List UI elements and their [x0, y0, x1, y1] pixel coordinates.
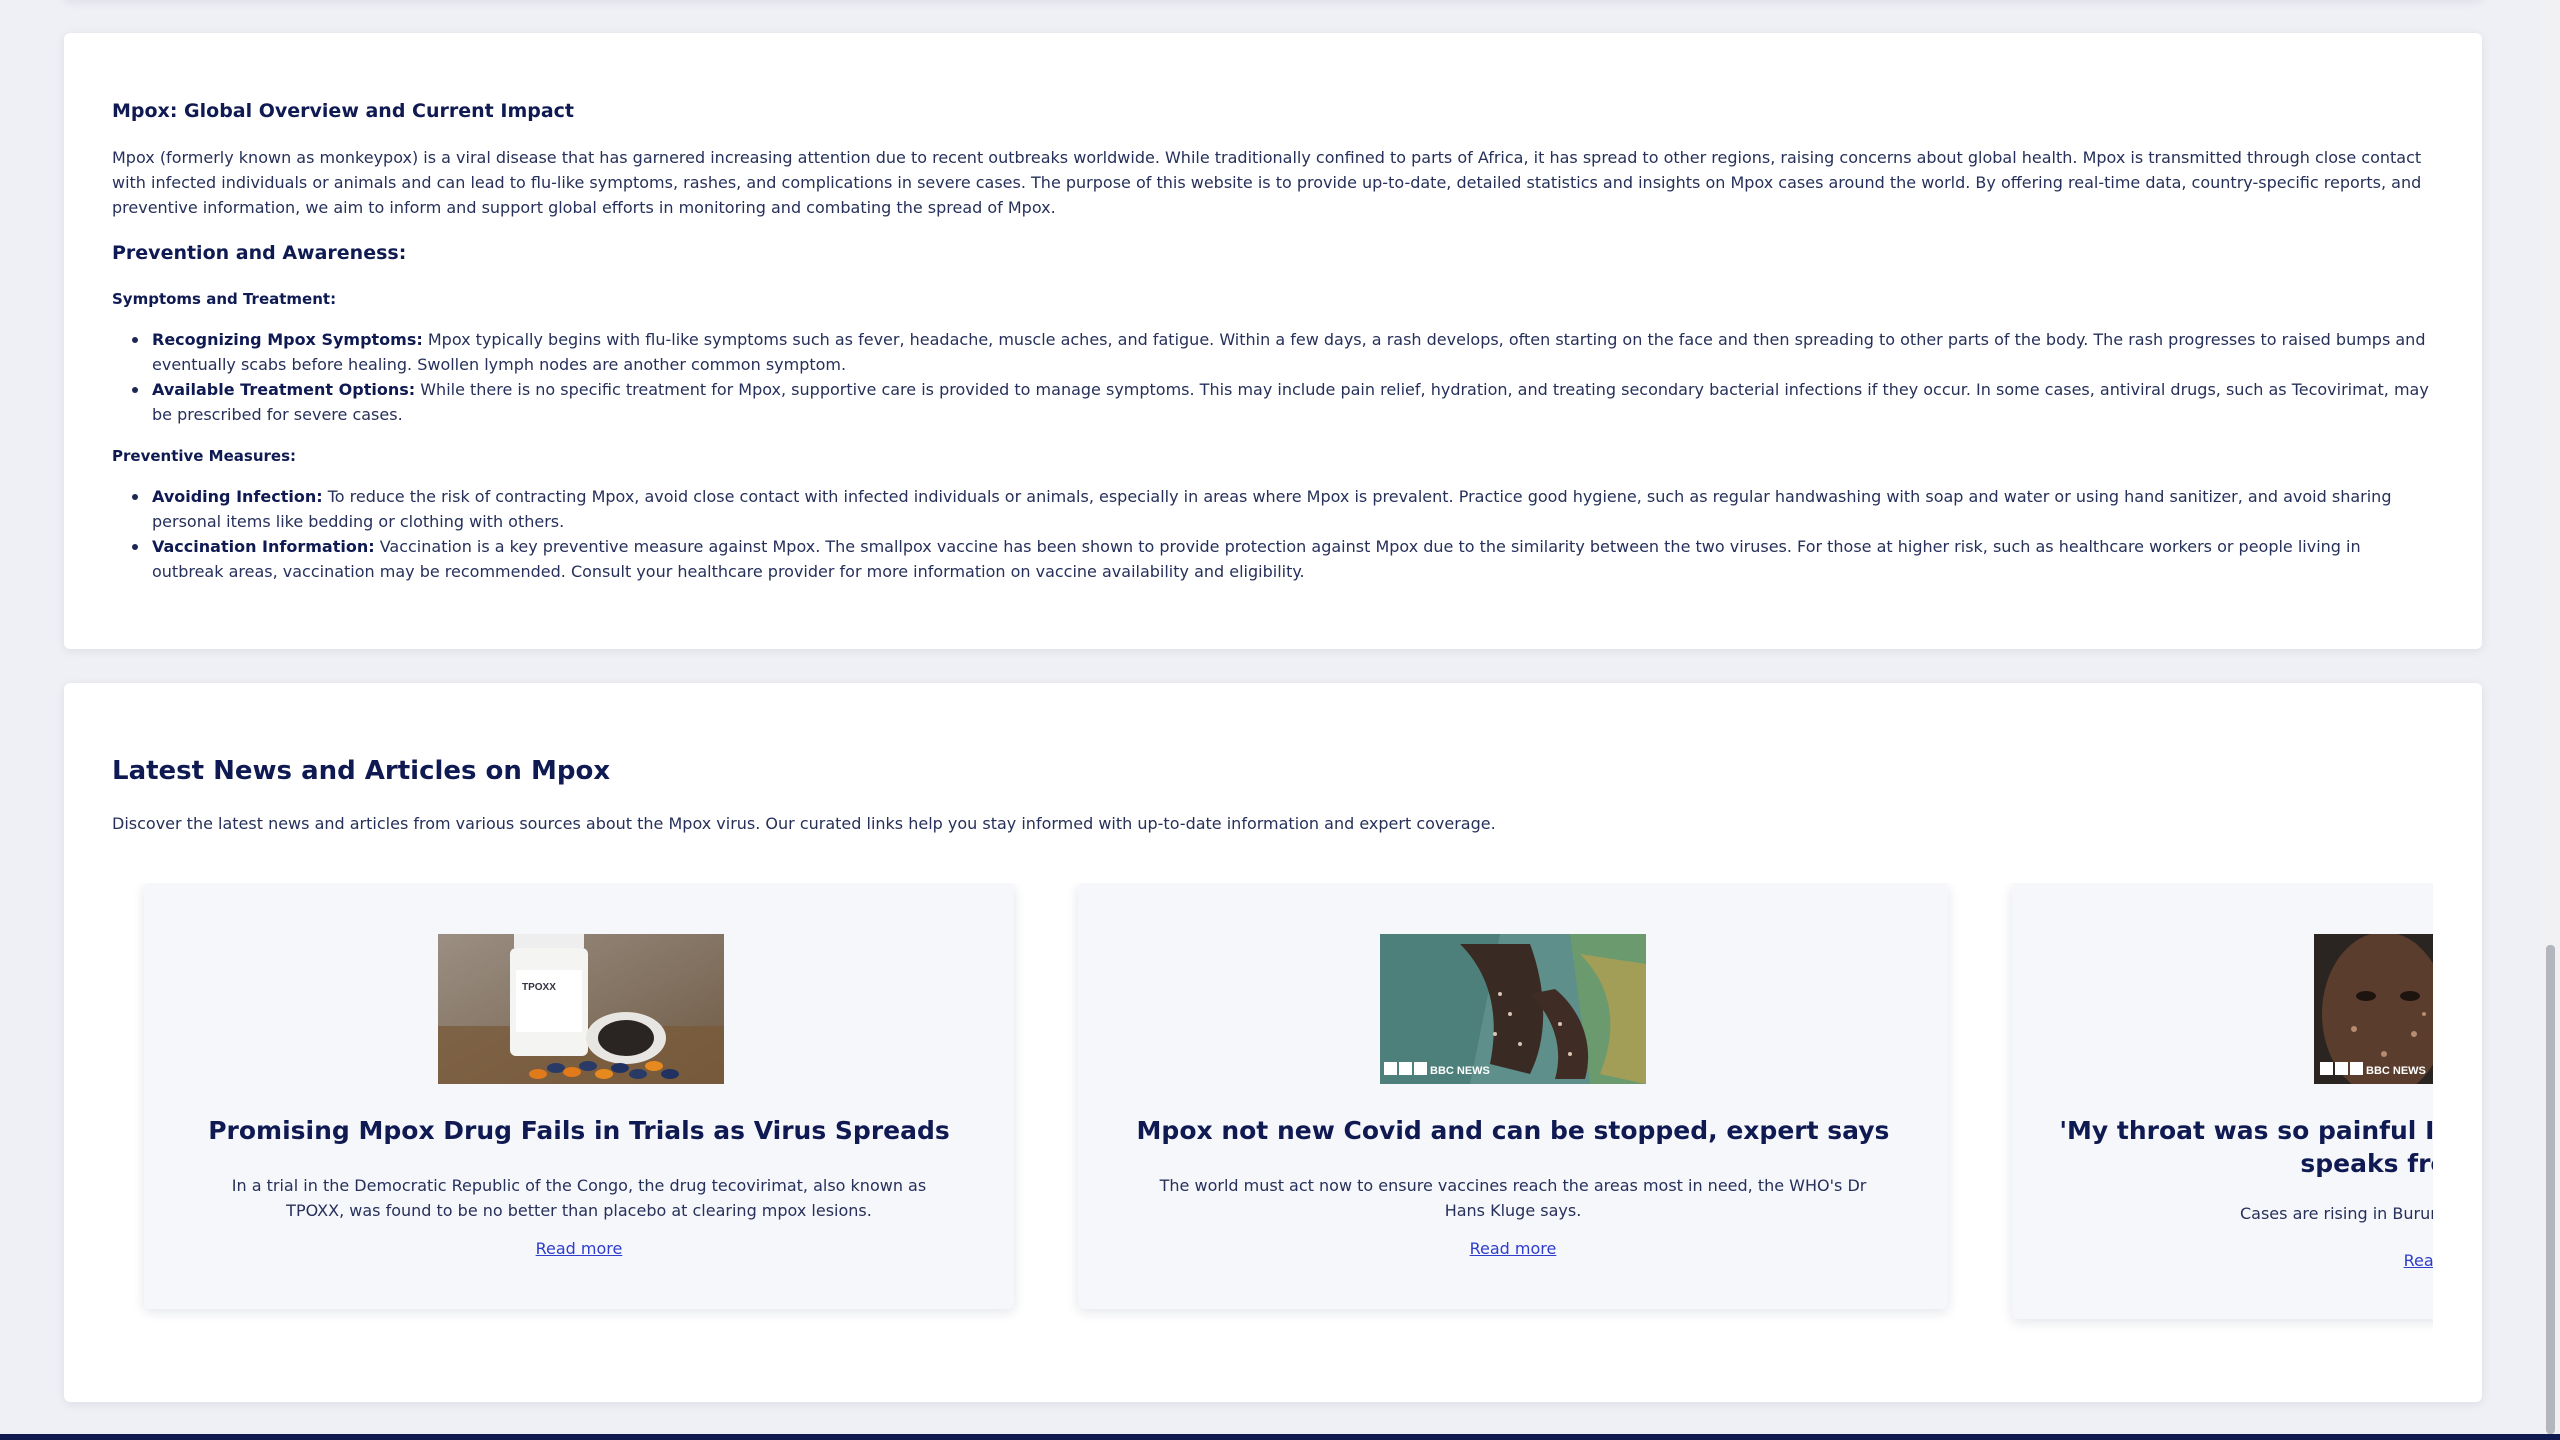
overview-intro: Mpox (formerly known as monkeypox) is a … — [112, 148, 2422, 217]
bbc-news-logo: BBC NEWS — [1430, 1065, 1490, 1077]
news-carousel[interactable]: TPOXX Promising Mpox Drug Fails in Trial… — [112, 883, 2433, 1363]
article-card[interactable]: TPOXX Promising Mpox Drug Fails in Trial… — [144, 883, 1014, 1309]
item-text: Mpox typically begins with flu-like symp… — [152, 330, 2426, 374]
article-headline: Promising Mpox Drug Fails in Trials as V… — [208, 1116, 950, 1145]
item-label: Recognizing Mpox Symptoms: — [152, 330, 423, 349]
bottle-label: TPOXX — [522, 982, 556, 993]
preventive-list: Avoiding Infection: To reduce the risk o… — [112, 484, 2434, 584]
overview-title: Mpox: Global Overview and Current Impact — [112, 100, 575, 122]
list-item: Recognizing Mpox Symptoms: Mpox typicall… — [112, 327, 2434, 377]
symptoms-list: Recognizing Mpox Symptoms: Mpox typicall… — [112, 327, 2434, 427]
news-title: Latest News and Articles on Mpox — [112, 756, 611, 786]
preventive-heading: Preventive Measures: — [112, 447, 297, 465]
item-label: Available Treatment Options: — [152, 380, 416, 399]
item-text: While there is no specific treatment for… — [152, 380, 2429, 424]
bullet-icon — [132, 337, 138, 343]
bullet-icon — [132, 494, 138, 500]
footer-edge — [0, 1434, 2560, 1440]
bullet-icon — [132, 544, 138, 550]
article-headline: 'My throat was so painful I couldn't eat… — [2059, 1116, 2433, 1178]
prevention-heading: Prevention and Awareness: — [112, 242, 407, 264]
article-card[interactable]: BBC NEWS Mpox not new Covid and can be s… — [1078, 883, 1948, 1309]
article-image: TPOXX — [438, 934, 724, 1084]
item-label: Vaccination Information: — [152, 537, 375, 556]
scrollbar-thumb[interactable] — [2546, 945, 2555, 1434]
article-image: BBC NEWS — [2314, 934, 2433, 1084]
item-text: To reduce the risk of contracting Mpox, … — [152, 487, 2392, 531]
symptoms-heading: Symptoms and Treatment: — [112, 290, 337, 308]
list-item: Avoiding Infection: To reduce the risk o… — [112, 484, 2434, 534]
read-more-link[interactable]: Read more — [1078, 1239, 1948, 1258]
news-description: Discover the latest news and articles fr… — [112, 814, 1496, 833]
read-more-link[interactable]: Read more — [2012, 1251, 2433, 1270]
article-summary: Cases are rising in Burundi as the virus… — [2239, 1204, 2433, 1223]
list-item: Vaccination Information: Vaccination is … — [112, 534, 2434, 584]
item-text: Vaccination is a key preventive measure … — [152, 537, 2361, 581]
article-summary: In a trial in the Democratic Republic of… — [231, 1176, 927, 1220]
bullet-icon — [132, 387, 138, 393]
article-card[interactable]: BBC NEWS 'My throat was so painful I cou… — [2012, 883, 2433, 1319]
overview-section: Mpox: Global Overview and Current Impact… — [64, 33, 2482, 649]
pill-bottle-photo: TPOXX — [438, 934, 724, 1084]
article-summary: The world must act now to ensure vaccine… — [1159, 1176, 1867, 1220]
patient-portrait-photo: BBC NEWS — [2314, 934, 2433, 1084]
item-label: Avoiding Infection: — [152, 487, 323, 506]
news-section: Latest News and Articles on Mpox Discove… — [64, 683, 2482, 1402]
article-image: BBC NEWS — [1380, 934, 1646, 1084]
article-headline: Mpox not new Covid and can be stopped, e… — [1136, 1116, 1890, 1145]
list-item: Available Treatment Options: While there… — [112, 377, 2434, 427]
hands-photo: BBC NEWS — [1380, 934, 1646, 1084]
read-more-link[interactable]: Read more — [144, 1239, 1014, 1258]
bbc-news-logo: BBC NEWS — [2366, 1065, 2426, 1077]
